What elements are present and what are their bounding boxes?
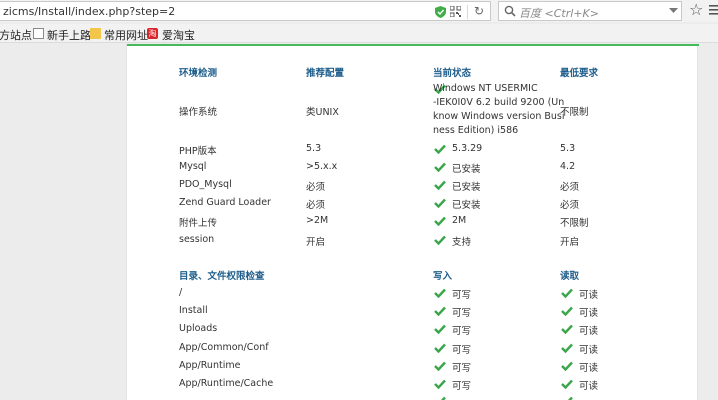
perm-write: 可写 (452, 308, 472, 319)
check-icon (561, 343, 573, 353)
bookmark-ai-taobao[interactable]: 爱淘宝 (162, 27, 195, 43)
check-icon (434, 144, 446, 154)
bookmarks-bar: 方站点 新手上路 常用网址 淘 爱淘宝 (0, 24, 718, 43)
header-env-check: 环境检测 (179, 68, 218, 79)
env-current: Windows NT USERMIC -IEK0I0V 6.2 build 92… (433, 83, 565, 136)
bookmark-official-site[interactable]: 方站点 (0, 27, 32, 43)
search-input[interactable]: 百度 <Ctrl+K> (519, 5, 599, 21)
perm-dir: Install (179, 305, 208, 316)
env-item: PHP版本 (179, 146, 217, 157)
check-icon (434, 198, 446, 208)
taobao-icon: 淘 (147, 28, 158, 39)
check-icon (561, 288, 573, 298)
perm-read: 可读 (579, 363, 599, 374)
env-current: 2M (452, 215, 467, 226)
env-current: 已安装 (452, 182, 481, 193)
env-minimum: 开启 (560, 237, 580, 248)
env-current: 已安装 (452, 200, 481, 211)
perm-read: 可读 (579, 308, 599, 319)
header-read: 读取 (560, 271, 580, 282)
env-item: 操作系统 (179, 107, 218, 118)
header-current-status: 当前状态 (433, 68, 472, 79)
perm-write: 可写 (452, 326, 472, 337)
env-minimum: 5.3 (560, 143, 576, 154)
header-minimum: 最低要求 (560, 68, 599, 79)
env-current: 已安装 (452, 164, 481, 175)
check-icon (561, 361, 573, 371)
page-icon (33, 28, 44, 39)
env-item: session (179, 234, 215, 245)
perm-read: 可读 (579, 326, 599, 337)
header-write: 写入 (433, 271, 453, 282)
menu-icon[interactable] (709, 4, 718, 16)
env-current: 支持 (452, 237, 472, 248)
check-icon (434, 180, 446, 190)
check-icon (568, 396, 573, 400)
reload-icon[interactable]: ↻ (474, 5, 486, 18)
perm-write: 可写 (452, 363, 472, 374)
perm-dir: App/Runtime (179, 360, 241, 371)
check-icon (434, 361, 446, 371)
panel-accent-line (127, 44, 699, 46)
search-bar[interactable]: 百度 <Ctrl+K> (498, 1, 682, 21)
perm-dir: / (179, 287, 183, 298)
perm-write: 可写 (452, 381, 472, 392)
env-minimum: 必须 (560, 200, 580, 211)
bookmark-star-icon[interactable]: ☆ (689, 1, 703, 19)
check-icon (434, 235, 446, 245)
env-item: PDO_Mysql (179, 179, 232, 190)
search-icon (504, 5, 516, 17)
env-recommended: 必须 (306, 182, 326, 193)
env-recommended: 类UNIX (306, 107, 339, 118)
env-item: Zend Guard Loader (179, 197, 271, 208)
header-permission-check: 目录、文件权限检查 (179, 271, 265, 282)
check-icon (441, 396, 446, 400)
perm-read: 可读 (579, 381, 599, 392)
env-minimum: 不限制 (560, 107, 589, 118)
check-icon (434, 162, 446, 172)
folder-icon (90, 28, 101, 39)
env-recommended: >5.x.x (306, 161, 338, 172)
check-icon (434, 343, 446, 353)
check-icon (434, 216, 446, 226)
env-recommended: >2M (306, 215, 329, 226)
address-bar[interactable]: zicms/Install/index.php?step=2 ↻ (0, 1, 491, 21)
check-icon (434, 379, 446, 389)
perm-read: 可读 (579, 290, 599, 301)
env-minimum: 4.2 (560, 161, 576, 172)
bookmark-getting-started[interactable]: 新手上路 (47, 27, 91, 43)
env-minimum: 必须 (560, 182, 580, 193)
check-icon (561, 324, 573, 334)
perm-write: 可写 (452, 290, 472, 301)
env-current: 5.3.29 (452, 143, 483, 154)
env-minimum: 不限制 (560, 218, 589, 229)
url-separator (467, 5, 468, 19)
check-icon (434, 306, 446, 316)
check-icon (434, 324, 446, 334)
perm-dir: App/Common/Conf (179, 342, 269, 353)
header-recommended: 推荐配置 (306, 68, 345, 79)
perm-read: 可读 (579, 345, 599, 356)
check-icon (561, 379, 573, 389)
perm-dir: Uploads (179, 323, 218, 334)
bookmark-common-sites[interactable]: 常用网址 (104, 27, 148, 43)
browser-toolbar: zicms/Install/index.php?step=2 ↻ 百度 <Ctr… (0, 0, 718, 22)
env-recommended: 5.3 (306, 143, 322, 154)
env-recommended: 必须 (306, 200, 326, 211)
chevron-down-icon[interactable] (669, 7, 678, 14)
env-item: 附件上传 (179, 218, 218, 229)
check-icon (434, 288, 446, 298)
shield-icon[interactable] (435, 6, 446, 18)
url-text[interactable]: zicms/Install/index.php?step=2 (3, 5, 175, 18)
qr-code-icon[interactable] (450, 6, 461, 17)
perm-dir: App/Runtime/Cache (179, 378, 274, 389)
env-recommended: 开启 (306, 237, 326, 248)
perm-write: 可写 (452, 345, 472, 356)
check-icon (561, 306, 573, 316)
install-check-panel: 环境检测 推荐配置 当前状态 最低要求 操作系统 类UNIX Windows N… (126, 44, 699, 400)
env-item: Mysql (179, 161, 207, 172)
